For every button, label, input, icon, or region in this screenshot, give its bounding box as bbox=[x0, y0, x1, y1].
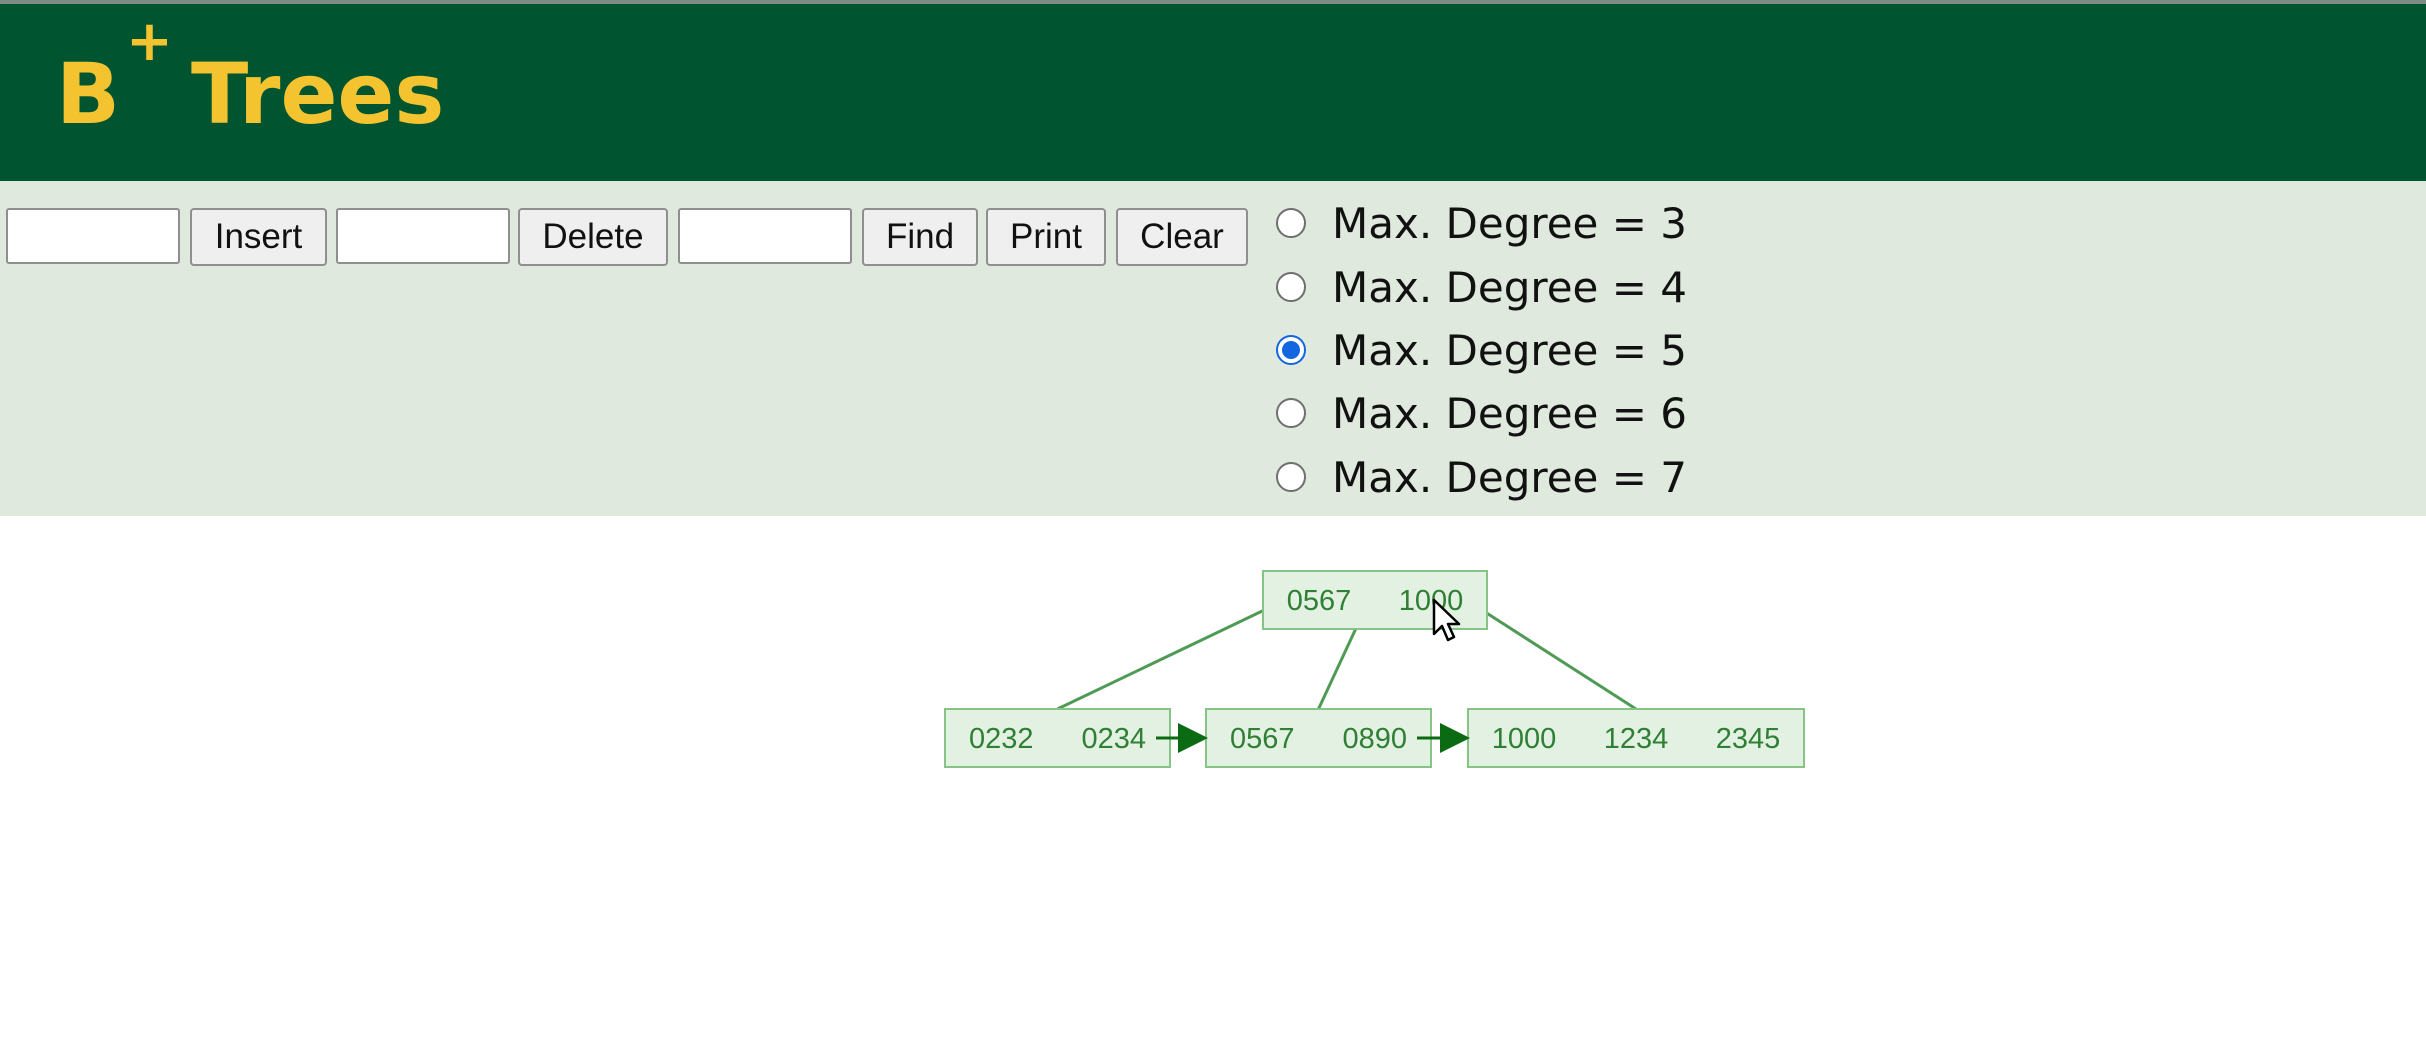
degree-option-4[interactable]: Max. Degree = 4 bbox=[1276, 261, 1687, 313]
find-button[interactable]: Find bbox=[862, 208, 978, 266]
degree-option-7[interactable]: Max. Degree = 7 bbox=[1276, 451, 1687, 503]
leaf-node: 1000 1234 2345 bbox=[1467, 708, 1805, 768]
tree-edge bbox=[1470, 601, 1637, 711]
title-main: B bbox=[56, 45, 121, 143]
leaf-node-key: 0234 bbox=[1081, 723, 1146, 755]
page-header: B+ Trees bbox=[0, 4, 2426, 181]
find-input[interactable] bbox=[678, 208, 852, 264]
leaf-node-key: 1234 bbox=[1604, 723, 1669, 755]
title-superscript: + bbox=[126, 9, 173, 74]
degree-option-6[interactable]: Max. Degree = 6 bbox=[1276, 387, 1687, 439]
degree-3-label: Max. Degree = 3 bbox=[1332, 198, 1688, 248]
leaf-node-key: 0890 bbox=[1342, 723, 1407, 755]
print-button[interactable]: Print bbox=[986, 208, 1106, 266]
degree-6-radio[interactable] bbox=[1276, 398, 1306, 428]
tree-nodes: 0567 1000 0232 0234 0567 0890 1000 1234 2345 bbox=[944, 570, 1805, 768]
degree-5-label: Max. Degree = 5 bbox=[1332, 325, 1688, 375]
leaf-node: 0232 0234 bbox=[944, 708, 1171, 768]
delete-button[interactable]: Delete bbox=[518, 208, 668, 266]
degree-3-radio[interactable] bbox=[1276, 208, 1306, 238]
page-title: B+Trees bbox=[56, 14, 444, 137]
delete-input[interactable] bbox=[336, 208, 510, 264]
title-rest: Trees bbox=[190, 45, 445, 143]
leaf-node: 0567 0890 bbox=[1205, 708, 1432, 768]
degree-4-label: Max. Degree = 4 bbox=[1332, 262, 1688, 312]
tree-edge bbox=[1056, 601, 1280, 711]
degree-7-radio[interactable] bbox=[1276, 462, 1306, 492]
leaf-node-key: 2345 bbox=[1716, 723, 1781, 755]
root-node-key: 0567 bbox=[1287, 585, 1352, 617]
degree-7-label: Max. Degree = 7 bbox=[1332, 452, 1688, 502]
degree-option-5[interactable]: Max. Degree = 5 bbox=[1276, 324, 1687, 376]
degree-5-radio[interactable] bbox=[1276, 335, 1306, 365]
degree-6-label: Max. Degree = 6 bbox=[1332, 388, 1688, 438]
tree-canvas: 0567 1000 0232 0234 0567 0890 1000 1234 2345 bbox=[944, 570, 1805, 768]
leaf-node-key: 0567 bbox=[1230, 723, 1295, 755]
degree-4-radio[interactable] bbox=[1276, 272, 1306, 302]
leaf-node-key: 1000 bbox=[1492, 723, 1557, 755]
leaf-node-key: 0232 bbox=[969, 723, 1034, 755]
clear-button[interactable]: Clear bbox=[1116, 208, 1248, 266]
mouse-cursor-icon bbox=[1432, 598, 1461, 642]
insert-button[interactable]: Insert bbox=[190, 208, 327, 266]
degree-option-3[interactable]: Max. Degree = 3 bbox=[1276, 197, 1687, 249]
insert-input[interactable] bbox=[6, 208, 180, 264]
